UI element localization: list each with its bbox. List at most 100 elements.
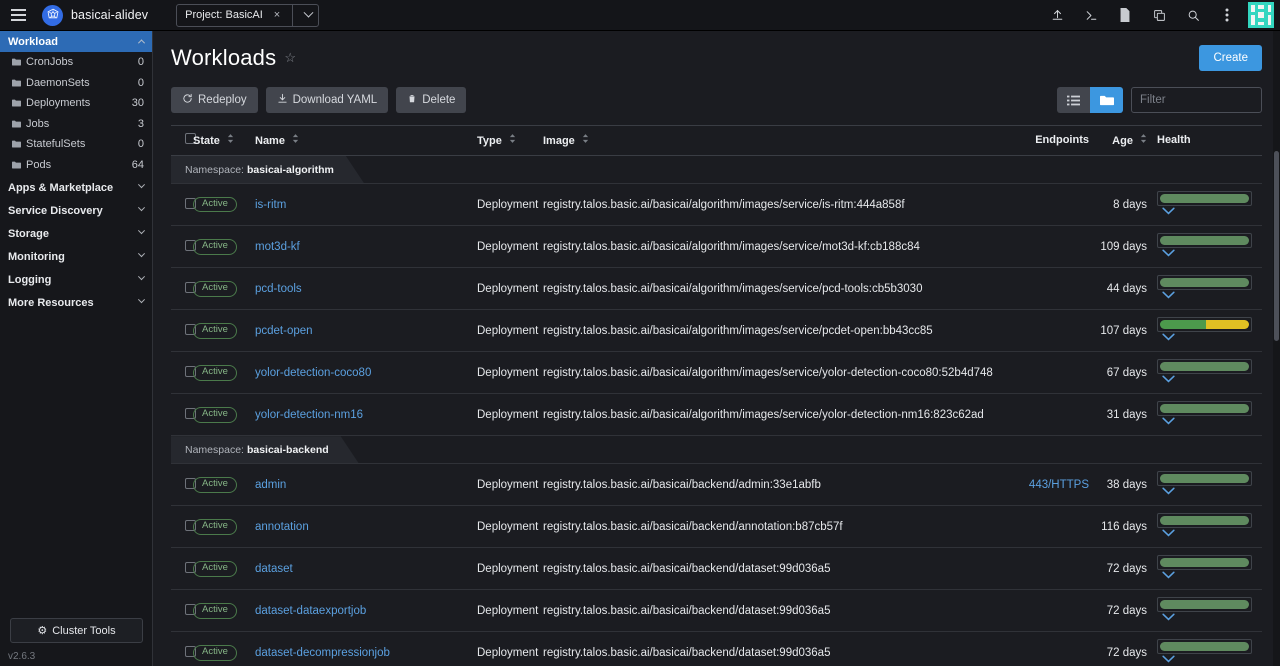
health-expand-icon[interactable]: [1162, 206, 1175, 218]
sidebar-item-statefulsets[interactable]: StatefulSets0: [0, 134, 152, 155]
kebab-menu-icon[interactable]: [1210, 0, 1244, 31]
health-expand-icon[interactable]: [1162, 248, 1175, 260]
sidebar-group-monitoring[interactable]: Monitoring: [0, 246, 152, 267]
sidebar-group-more-resources[interactable]: More Resources: [0, 292, 152, 313]
name-cell: pcdet-open: [255, 310, 477, 352]
health-expand-icon[interactable]: [1162, 416, 1175, 428]
health-bar: [1160, 194, 1249, 203]
status-badge: Active: [193, 519, 237, 535]
type-cell: Deployment: [477, 632, 543, 666]
sidebar-item-count: 0: [138, 77, 144, 89]
workload-link[interactable]: admin: [255, 479, 286, 491]
image-cell: registry.talos.basic.ai/basicai/algorith…: [543, 226, 995, 268]
list-view-icon[interactable]: [1057, 87, 1090, 113]
download-yaml-button[interactable]: Download YAML: [266, 87, 389, 113]
column-name[interactable]: Name: [255, 126, 477, 156]
table-row[interactable]: Activedataset-dataexportjobDeploymentreg…: [171, 590, 1262, 632]
column-image-label: Image: [543, 135, 575, 147]
type-cell: Deployment: [477, 548, 543, 590]
workload-link[interactable]: dataset-decompressionjob: [255, 647, 390, 659]
download-icon: [277, 93, 288, 107]
workload-link[interactable]: is-ritm: [255, 199, 286, 211]
group-view-icon[interactable]: [1090, 87, 1123, 113]
workload-link[interactable]: yolor-detection-coco80: [255, 367, 371, 379]
health-expand-icon[interactable]: [1162, 570, 1175, 582]
table-row[interactable]: Activeyolor-detection-coco80Deploymentre…: [171, 352, 1262, 394]
table-row[interactable]: ActivedatasetDeploymentregistry.talos.ba…: [171, 548, 1262, 590]
upload-icon[interactable]: [1040, 0, 1074, 31]
endpoints-cell: [995, 352, 1089, 394]
workload-link[interactable]: pcdet-open: [255, 325, 313, 337]
table-row[interactable]: Activedataset-decompressionjobDeployment…: [171, 632, 1262, 666]
table-row[interactable]: ActiveadminDeploymentregistry.talos.basi…: [171, 464, 1262, 506]
table-row[interactable]: Activeyolor-detection-nm16Deploymentregi…: [171, 394, 1262, 436]
health-expand-icon[interactable]: [1162, 374, 1175, 386]
type-cell: Deployment: [477, 464, 543, 506]
sidebar-group-service-discovery[interactable]: Service Discovery: [0, 200, 152, 221]
project-selector[interactable]: Project: BasicAI ×: [176, 4, 319, 27]
create-button[interactable]: Create: [1199, 45, 1262, 71]
table-row[interactable]: Activeis-ritmDeploymentregistry.talos.ba…: [171, 184, 1262, 226]
health-expand-icon[interactable]: [1162, 612, 1175, 624]
filter-input[interactable]: [1131, 87, 1262, 113]
image-cell: registry.talos.basic.ai/basicai/algorith…: [543, 268, 995, 310]
project-clear-icon[interactable]: ×: [274, 9, 280, 21]
workload-link[interactable]: annotation: [255, 521, 309, 533]
redeploy-button[interactable]: Redeploy: [171, 87, 258, 113]
name-cell: dataset-decompressionjob: [255, 632, 477, 666]
hamburger-icon[interactable]: [0, 0, 36, 31]
workload-link[interactable]: yolor-detection-nm16: [255, 409, 363, 421]
search-icon[interactable]: [1176, 0, 1210, 31]
table-row[interactable]: Activemot3d-kfDeploymentregistry.talos.b…: [171, 226, 1262, 268]
health-bar-container: [1157, 359, 1252, 374]
sidebar-item-jobs[interactable]: Jobs3: [0, 114, 152, 135]
chevron-down-icon: [138, 296, 145, 303]
column-image[interactable]: Image: [543, 126, 995, 156]
sidebar-item-deployments[interactable]: Deployments30: [0, 93, 152, 114]
sidebar-item-pods[interactable]: Pods64: [0, 155, 152, 176]
copy-icon[interactable]: [1142, 0, 1176, 31]
row-select-cell: [171, 394, 193, 436]
sidebar-item-daemonsets[interactable]: DaemonSets0: [0, 73, 152, 94]
table-row[interactable]: Activepcdet-openDeploymentregistry.talos…: [171, 310, 1262, 352]
delete-button[interactable]: Delete: [396, 87, 466, 113]
name-cell: pcd-tools: [255, 268, 477, 310]
sidebar-group-storage[interactable]: Storage: [0, 223, 152, 244]
column-state[interactable]: State: [193, 126, 255, 156]
table-row[interactable]: Activepcd-toolsDeploymentregistry.talos.…: [171, 268, 1262, 310]
column-type[interactable]: Type: [477, 126, 543, 156]
health-expand-icon[interactable]: [1162, 486, 1175, 498]
endpoints-cell: [995, 548, 1089, 590]
sidebar-group-logging[interactable]: Logging: [0, 269, 152, 290]
user-avatar[interactable]: [1248, 2, 1274, 28]
vertical-scrollbar[interactable]: [1273, 31, 1280, 666]
sidebar-group-workload[interactable]: Workload: [0, 31, 152, 52]
sidebar-group-apps-marketplace[interactable]: Apps & Marketplace: [0, 177, 152, 198]
folder-icon: [12, 99, 21, 107]
chevron-down-icon[interactable]: [304, 7, 314, 17]
sidebar-groups: Apps & MarketplaceService DiscoveryStora…: [0, 177, 152, 313]
health-expand-icon[interactable]: [1162, 654, 1175, 666]
favorite-star-icon[interactable]: ☆: [284, 50, 296, 66]
endpoint-link[interactable]: 443/HTTPS: [1029, 479, 1089, 491]
health-cell: [1147, 310, 1262, 352]
workload-link[interactable]: pcd-tools: [255, 283, 302, 295]
scrollbar-thumb[interactable]: [1274, 151, 1279, 341]
column-age[interactable]: Age: [1089, 126, 1147, 156]
workload-link[interactable]: dataset: [255, 563, 293, 575]
name-cell: is-ritm: [255, 184, 477, 226]
table-row[interactable]: ActiveannotationDeploymentregistry.talos…: [171, 506, 1262, 548]
sidebar-item-cronjobs[interactable]: CronJobs0: [0, 52, 152, 73]
sort-icon: [292, 134, 299, 146]
file-icon[interactable]: [1108, 0, 1142, 31]
health-expand-icon[interactable]: [1162, 528, 1175, 540]
health-expand-icon[interactable]: [1162, 290, 1175, 302]
status-badge: Active: [193, 477, 237, 493]
health-expand-icon[interactable]: [1162, 332, 1175, 344]
workload-link[interactable]: dataset-dataexportjob: [255, 605, 366, 617]
cluster-tools-button[interactable]: ⚙ Cluster Tools: [10, 618, 143, 643]
health-segment: [1160, 642, 1249, 651]
workload-link[interactable]: mot3d-kf: [255, 241, 300, 253]
health-cell: [1147, 352, 1262, 394]
terminal-icon[interactable]: [1074, 0, 1108, 31]
